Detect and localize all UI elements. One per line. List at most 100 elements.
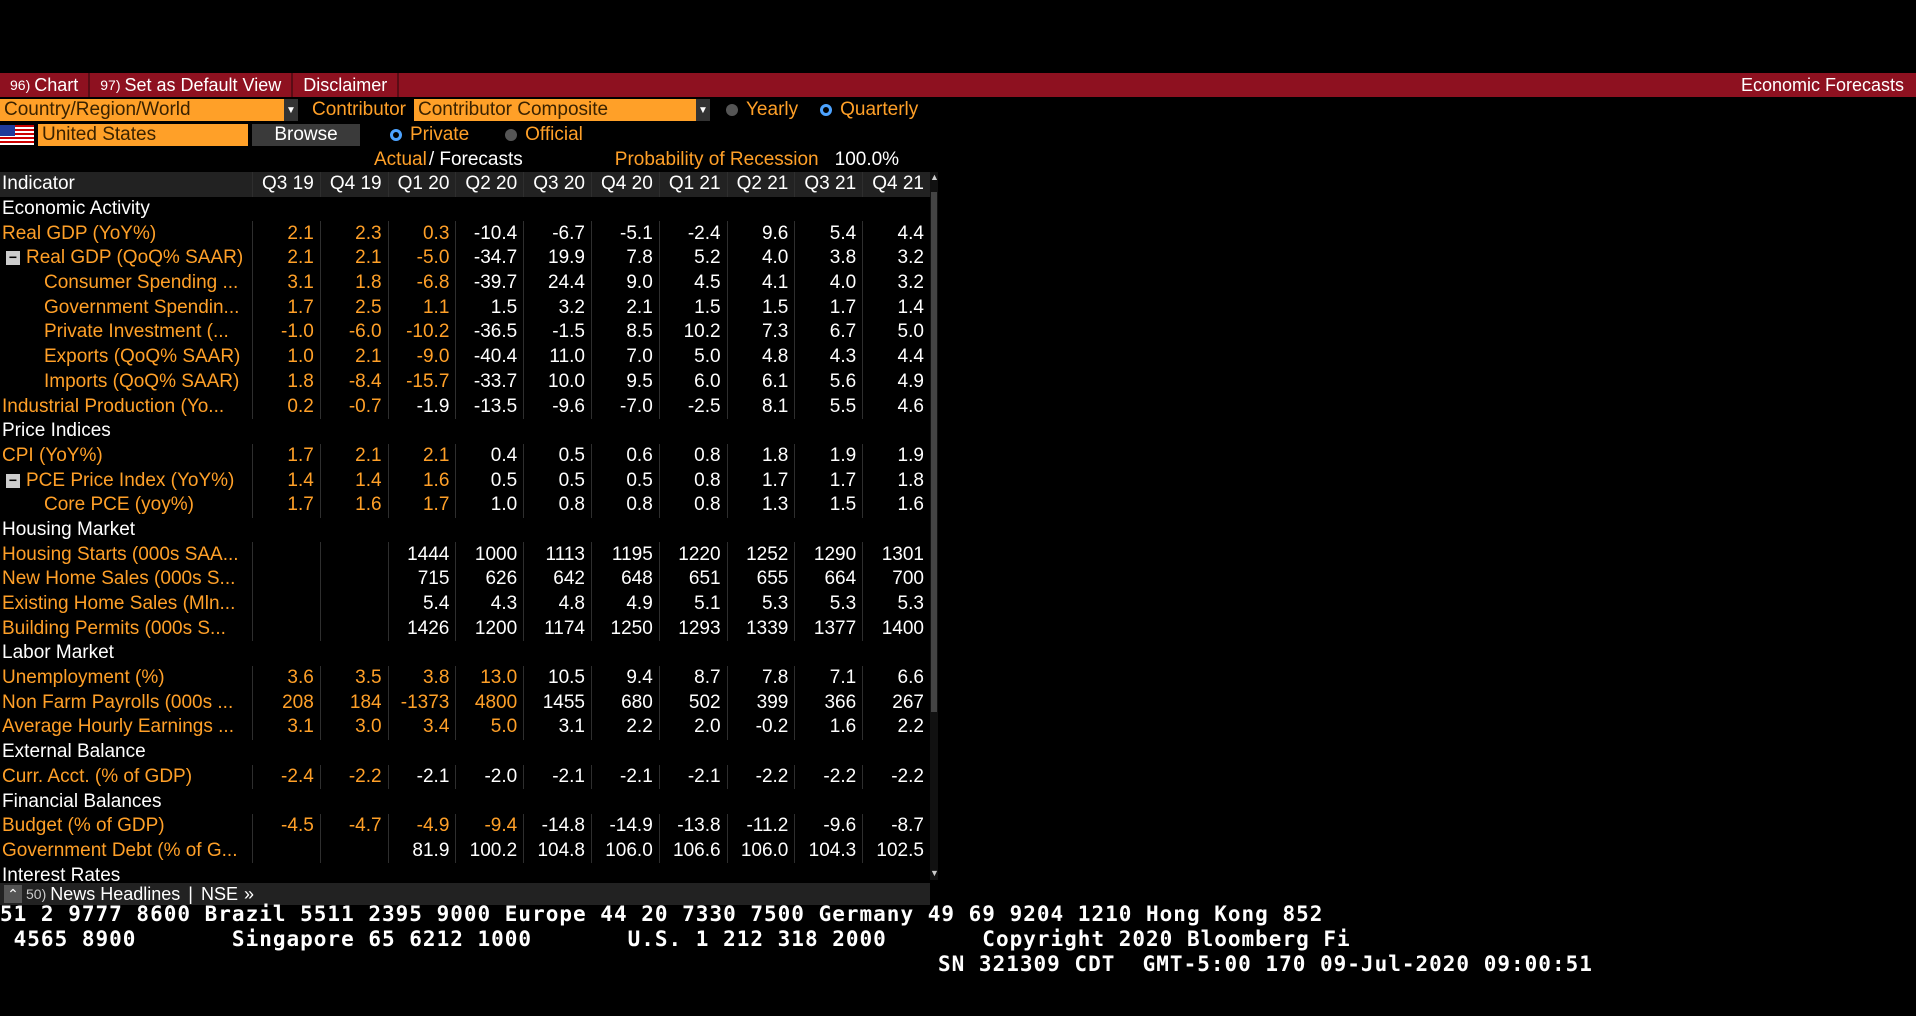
table-row[interactable]: Non Farm Payrolls (000s ... 208 184 -1373 48… [0,690,930,716]
table-row[interactable]: − Real GDP (QoQ% SAAR) 2.1 2.1 -5.0 -34.7 19.9… [0,246,930,271]
table-cell[interactable]: 81.9 [387,838,456,864]
table-cell[interactable]: 715 [387,567,456,592]
table-cell[interactable]: 5.0 [455,715,523,740]
table-cell[interactable]: 3.1 [252,715,320,740]
table-cell[interactable]: 1.7 [794,468,862,493]
table-cell[interactable]: 1377 [794,616,862,642]
table-cell[interactable]: 5.1 [658,591,727,617]
table-cell[interactable]: 106.0 [726,838,795,864]
table-cell[interactable]: -2.1 [387,764,456,790]
table-cell[interactable]: 2.1 [319,344,388,370]
table-cell[interactable]: 3.6 [252,665,320,691]
table-cell[interactable]: 8.7 [658,665,727,691]
column-header[interactable]: Q2 20 [455,172,523,197]
table-cell[interactable]: 6.0 [658,369,727,395]
table-row[interactable]: Consumer Spending ... 3.1 1.8 -6.8 -39.7 24.4… [0,270,930,296]
table-cell[interactable]: 5.3 [862,591,930,617]
table-cell[interactable]: -2.4 [252,764,320,790]
collapse-icon[interactable]: ⌃ [4,885,22,903]
table-cell[interactable]: 2.3 [319,221,388,247]
table-cell[interactable]: 3.1 [252,270,320,296]
table-cell[interactable]: -0.2 [726,715,795,740]
row-label[interactable]: Government Debt (% of G... [0,840,252,862]
table-cell[interactable]: 0.8 [658,468,727,493]
scrollbar-thumb[interactable] [931,192,937,712]
table-cell[interactable]: 651 [658,567,727,592]
table-cell[interactable]: 0.5 [590,468,659,493]
table-cell[interactable]: 3.0 [319,715,388,740]
table-cell[interactable]: -0.7 [319,394,388,419]
table-cell[interactable]: 0.8 [658,443,727,469]
table-cell[interactable]: 1400 [862,616,930,642]
table-cell[interactable]: 1290 [794,542,862,567]
table-cell[interactable]: 2.0 [658,715,727,740]
table-cell[interactable]: 1293 [658,616,727,642]
table-cell[interactable]: 9.0 [590,270,659,296]
private-radio[interactable]: Private [390,124,469,146]
table-cell[interactable]: -2.1 [590,764,659,790]
set-default-view-button[interactable]: 97) Set as Default View [90,73,294,97]
table-cell[interactable]: 5.0 [862,320,930,345]
table-cell[interactable]: 1.6 [862,492,930,518]
table-cell[interactable]: 6.6 [862,665,930,691]
indicator-header[interactable]: Indicator [0,173,252,195]
table-cell[interactable]: 1426 [387,616,456,642]
table-row[interactable]: Core PCE (yoy%) 1.7 1.6 1.7 1.0 0.8 0.8 0.8 1.3 1… [0,492,930,518]
table-cell[interactable]: 1195 [590,542,659,567]
table-cell[interactable]: -34.7 [455,246,523,271]
collapse-minus-icon[interactable]: − [6,473,20,488]
column-header[interactable]: Q4 21 [862,172,930,197]
table-cell[interactable]: 1.5 [658,295,727,321]
table-cell[interactable]: 4.0 [726,246,795,271]
table-cell[interactable]: 1301 [862,542,930,567]
table-row[interactable]: CPI (YoY%) 1.7 2.1 2.1 0.4 0.5 0.6 0.8 1.8 1.9 1.9 [0,443,930,469]
table-cell[interactable]: -39.7 [455,270,523,296]
table-cell[interactable]: -13.8 [658,813,727,839]
table-cell[interactable]: -15.7 [387,369,456,395]
table-cell[interactable] [252,838,320,864]
table-cell[interactable]: -14.8 [523,813,591,839]
table-cell[interactable]: 1200 [455,616,523,642]
table-cell[interactable]: 1.7 [726,468,795,493]
row-label[interactable]: Curr. Acct. (% of GDP) [0,766,252,788]
table-cell[interactable]: 1455 [523,690,591,716]
table-cell[interactable]: 680 [590,690,659,716]
table-cell[interactable] [319,838,388,864]
table-cell[interactable]: -11.2 [726,813,795,839]
region-select[interactable]: Country/Region/World ▼ [0,99,298,121]
table-cell[interactable]: 10.5 [523,665,591,691]
table-cell[interactable]: 7.3 [726,320,795,345]
table-cell[interactable]: -13.5 [455,394,523,419]
table-row[interactable]: Housing Starts (000s SAA... 1444 1000 1113 1… [0,542,930,567]
table-cell[interactable]: 0.2 [252,394,320,419]
table-cell[interactable]: 184 [319,690,388,716]
table-cell[interactable]: 1.0 [252,344,320,370]
table-cell[interactable]: 1.6 [387,468,456,493]
table-cell[interactable]: 0.5 [523,443,591,469]
table-row[interactable]: Unemployment (%) 3.6 3.5 3.8 13.0 10.5 9.4 8.7 7… [0,665,930,691]
table-cell[interactable]: -8.7 [862,813,930,839]
row-label[interactable]: − PCE Price Index (YoY%) [0,470,252,492]
table-cell[interactable]: 9.4 [590,665,659,691]
table-cell[interactable]: 5.4 [794,221,862,247]
table-cell[interactable]: 19.9 [523,246,591,271]
table-row[interactable]: Existing Home Sales (Mln... 5.4 4.3 4.8 4.9 5… [0,591,930,617]
table-cell[interactable]: -6.8 [387,270,456,296]
table-cell[interactable]: -33.7 [455,369,523,395]
row-label[interactable]: Consumer Spending ... [0,272,252,294]
table-cell[interactable]: 3.2 [862,246,930,271]
table-cell[interactable]: -9.6 [523,394,591,419]
table-cell[interactable]: -2.2 [794,764,862,790]
table-cell[interactable]: 1220 [658,542,727,567]
table-cell[interactable]: -6.0 [319,320,388,345]
disclaimer-button[interactable]: Disclaimer [293,73,400,97]
table-cell[interactable]: 399 [726,690,795,716]
yearly-radio[interactable]: Yearly [726,99,798,121]
table-cell[interactable]: 3.5 [319,665,388,691]
table-cell[interactable]: 4.9 [590,591,659,617]
table-cell[interactable]: 267 [862,690,930,716]
table-cell[interactable]: -4.7 [319,813,388,839]
table-cell[interactable]: 1.6 [319,492,388,518]
table-row[interactable]: Government Spendin... 1.7 2.5 1.1 1.5 3.2 2.1 1… [0,295,930,321]
table-cell[interactable]: 1.8 [862,468,930,493]
